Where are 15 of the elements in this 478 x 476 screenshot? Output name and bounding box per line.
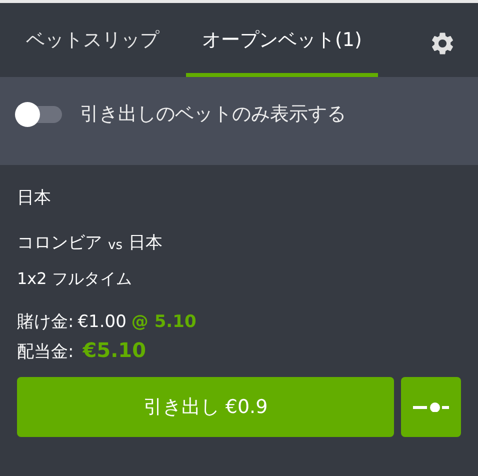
payout-label: 配当金: (17, 341, 74, 364)
slider-icon (413, 402, 449, 412)
tab[interactable]: ベットスリップ (10, 3, 175, 77)
filter-label: 引き出しのベットのみ表示する (80, 102, 346, 127)
stake-label: 賭け金: (17, 311, 74, 334)
slider-button[interactable] (401, 377, 461, 437)
settings-icon[interactable] (429, 30, 456, 56)
stake-amount: €1.00 (78, 311, 126, 334)
payout-amount: €5.10 (82, 337, 146, 363)
market-name: 1x2 フルタイム (17, 268, 133, 290)
versus-label: vs (108, 237, 122, 255)
odds-value: @ 5.10 (131, 311, 196, 334)
selection-name: 日本 (17, 187, 52, 210)
away-team: 日本 (128, 232, 162, 255)
home-team: コロンビア (17, 232, 102, 255)
